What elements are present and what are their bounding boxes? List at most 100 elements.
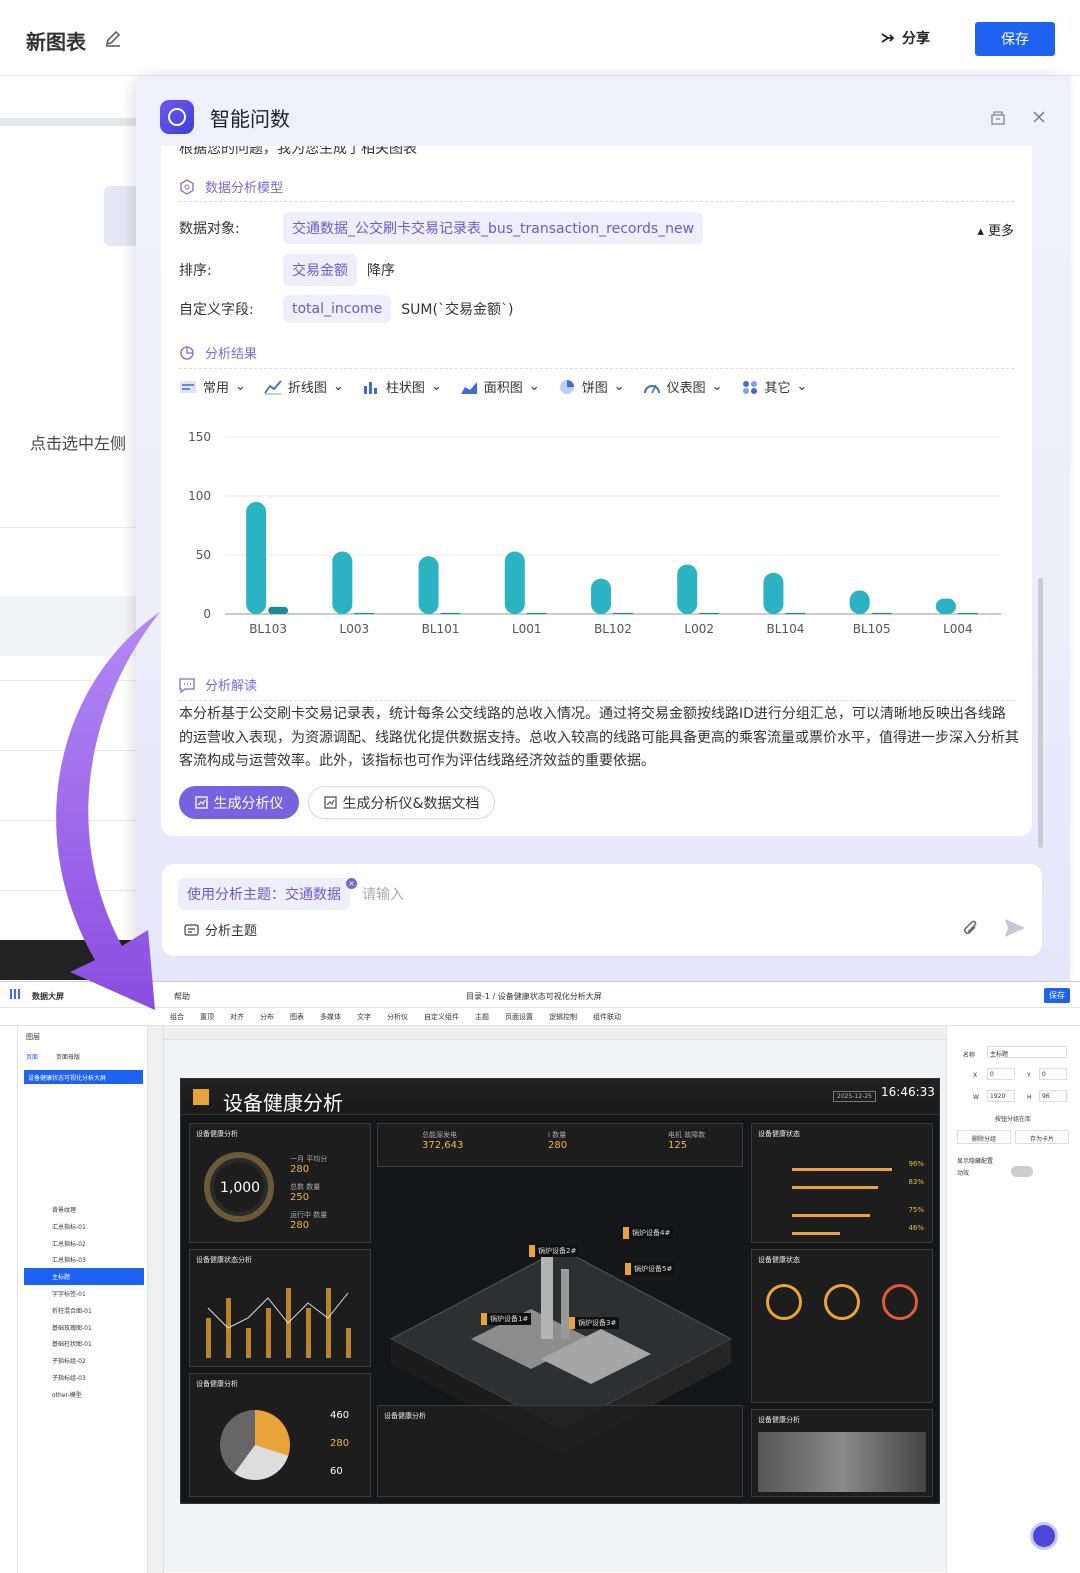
edit-icon[interactable] (104, 30, 122, 48)
table-icon (104, 186, 140, 246)
bar[interactable] (246, 501, 267, 614)
bar[interactable] (354, 612, 375, 614)
equipment-tag[interactable]: 锅炉设备5# (625, 1263, 676, 1275)
layer-item[interactable]: 子指标组-03 (24, 1369, 144, 1386)
toolbar-item[interactable]: 图表 (290, 1012, 304, 1022)
close-icon[interactable] (1032, 110, 1046, 124)
remove-topic-icon[interactable]: × (346, 878, 357, 889)
bar[interactable] (613, 612, 633, 614)
equipment-tag[interactable]: 锅炉设备3# (569, 1317, 620, 1329)
tab-other[interactable]: 其它 ⌄ (741, 377, 807, 396)
bar[interactable] (677, 564, 698, 614)
chart-title[interactable]: 新图表 (26, 26, 86, 55)
toolbar-item[interactable]: 逻辑控制 (549, 1012, 577, 1022)
dashboard-title[interactable]: 设备健康分析 (223, 1087, 343, 1116)
toolbar-item[interactable]: 多媒体 (320, 1012, 341, 1022)
bar[interactable] (785, 612, 806, 614)
selected-page[interactable]: 设备健康状态可视化分析大屏 (24, 1070, 143, 1084)
toolbar-item[interactable]: 分布 (260, 1012, 274, 1022)
editor-help[interactable]: 帮助 (174, 991, 190, 1002)
bar[interactable] (699, 612, 720, 614)
toolbar-item[interactable]: 对齐 (230, 1012, 244, 1022)
attach-icon[interactable] (962, 920, 980, 938)
toolbar-item[interactable]: 组件联动 (593, 1012, 621, 1022)
prop-name-input[interactable]: 主标题 (987, 1046, 1067, 1058)
share-button[interactable]: 分享 (880, 28, 930, 48)
save-button[interactable]: 保存 (975, 22, 1055, 56)
send-icon[interactable] (1004, 918, 1026, 938)
toolbar-item[interactable]: 页面设置 (505, 1012, 533, 1022)
layer-item[interactable]: 基础玫瑰图-01 (24, 1319, 144, 1336)
layer-item[interactable]: 字字标签-01 (24, 1285, 144, 1302)
dashboard-canvas[interactable]: 设备健康分析 2025-12-25 16:46:33 设备健康分析 1,000 … (180, 1078, 940, 1504)
assistant-message: 根据您的问题，我为您生成了相关图表 (179, 146, 417, 157)
bar[interactable] (849, 590, 870, 614)
toolbar-item[interactable]: 分析仪 (387, 1012, 408, 1022)
sort-field-chip[interactable]: 交易金额 (283, 254, 357, 286)
bar[interactable] (504, 551, 525, 614)
bar[interactable] (763, 572, 784, 614)
bar[interactable] (526, 612, 547, 614)
bar[interactable] (268, 606, 289, 614)
save-card-button[interactable]: 存为卡片 (1015, 1130, 1069, 1144)
tab-line[interactable]: 折线图 ⌄ (264, 377, 344, 396)
prop-x-input[interactable]: 0 (987, 1068, 1015, 1080)
bar[interactable] (440, 612, 461, 614)
toolbar-item[interactable]: 文字 (357, 1012, 371, 1022)
panel-heading: 设备健康分析 (196, 1130, 238, 1138)
bar[interactable] (418, 556, 439, 614)
toolbar-item[interactable]: 主题 (475, 1012, 489, 1022)
bar[interactable] (591, 578, 611, 614)
layer-item[interactable]: 主标题 (24, 1268, 144, 1285)
tab-area[interactable]: 面积图 ⌄ (460, 377, 540, 396)
tab-pie[interactable]: 饼图 ⌄ (558, 377, 625, 396)
tab-bar[interactable]: 柱状图 ⌄ (362, 377, 442, 396)
animation-toggle[interactable] (1011, 1166, 1033, 1177)
toolbar-item[interactable]: 置顶 (200, 1012, 214, 1022)
panel-scrollbar[interactable] (1038, 578, 1043, 848)
assistant-bubble-icon[interactable] (1030, 1522, 1058, 1550)
tab-pages[interactable]: 页面 (26, 1052, 38, 1061)
topic-chip[interactable]: 使用分析主题：交通数据 (178, 878, 350, 910)
chat-input-box[interactable]: 使用分析主题：交通数据 × 请输入 分析主题 (162, 864, 1042, 956)
layer-item[interactable]: 背景纹理 (24, 1201, 144, 1218)
layer-item[interactable]: 汇总指标-03 (24, 1251, 144, 1268)
layer-item[interactable]: other-模型 (24, 1386, 144, 1403)
bar[interactable] (957, 612, 978, 614)
donut-value: 60 (330, 1466, 343, 1477)
equipment-tag[interactable]: 锅炉设备1# (481, 1313, 532, 1325)
data-object-chip[interactable]: 交通数据_公交刷卡交易记录表_bus_transaction_records_n… (283, 212, 704, 244)
generate-dashboard-doc-button[interactable]: 生成分析仪&数据文档 (308, 786, 495, 819)
layer-item[interactable]: 子指标组-02 (24, 1352, 144, 1369)
ungroup-button[interactable]: 删除分组 (957, 1130, 1011, 1144)
clear-history-icon[interactable] (990, 110, 1006, 126)
generate-dashboard-button[interactable]: 生成分析仪 (179, 786, 299, 819)
layer-item[interactable]: 汇总指标-02 (24, 1235, 144, 1252)
layer-item[interactable]: 汇总指标-01 (24, 1218, 144, 1235)
equipment-tag[interactable]: 锅炉设备4# (623, 1227, 674, 1239)
chat-input-placeholder[interactable]: 请输入 (362, 884, 404, 904)
bar[interactable] (332, 551, 353, 614)
prop-y-input[interactable]: 0 (1039, 1068, 1067, 1080)
tab-gauge[interactable]: 仪表图 ⌄ (643, 377, 723, 396)
prop-h-input[interactable]: 96 (1039, 1090, 1067, 1102)
toolbar-item[interactable]: 组合 (170, 1012, 184, 1022)
prop-lock-label[interactable]: 按钮分组在库 (995, 1114, 1031, 1123)
custom-field-chip[interactable]: total_income (283, 295, 392, 323)
layer-item[interactable]: 基础柱状图-01 (24, 1335, 144, 1352)
layer-list: 背景纹理 汇总指标-01 汇总指标-02 汇总指标-03 主标题 字字标签-01 折柱混合图… (24, 1201, 144, 1403)
analysis-topic-button[interactable]: 分析主题 (184, 920, 257, 939)
tab-common[interactable]: 常用 ⌄ (179, 377, 246, 396)
kpi-label: 一月 平均分 (290, 1155, 328, 1163)
bar[interactable] (935, 598, 956, 614)
equipment-tag[interactable]: 锅炉设备2# (529, 1245, 580, 1257)
result-card: 根据您的问题，我为您生成了相关图表 数据分析模型 数据对象: 交通数据_公交刷卡… (161, 146, 1032, 836)
tab-master[interactable]: 页面母版 (56, 1052, 80, 1061)
prop-w-input[interactable]: 1920 (987, 1090, 1015, 1102)
toolbar-item[interactable]: 自定义组件 (424, 1012, 459, 1022)
more-toggle[interactable]: ▴ 更多 (977, 220, 1014, 239)
editor-save-button[interactable]: 保存 (1044, 988, 1070, 1003)
layer-item[interactable]: 折柱混合图-01 (24, 1302, 144, 1319)
topic-icon (184, 923, 199, 936)
bar[interactable] (871, 612, 892, 614)
